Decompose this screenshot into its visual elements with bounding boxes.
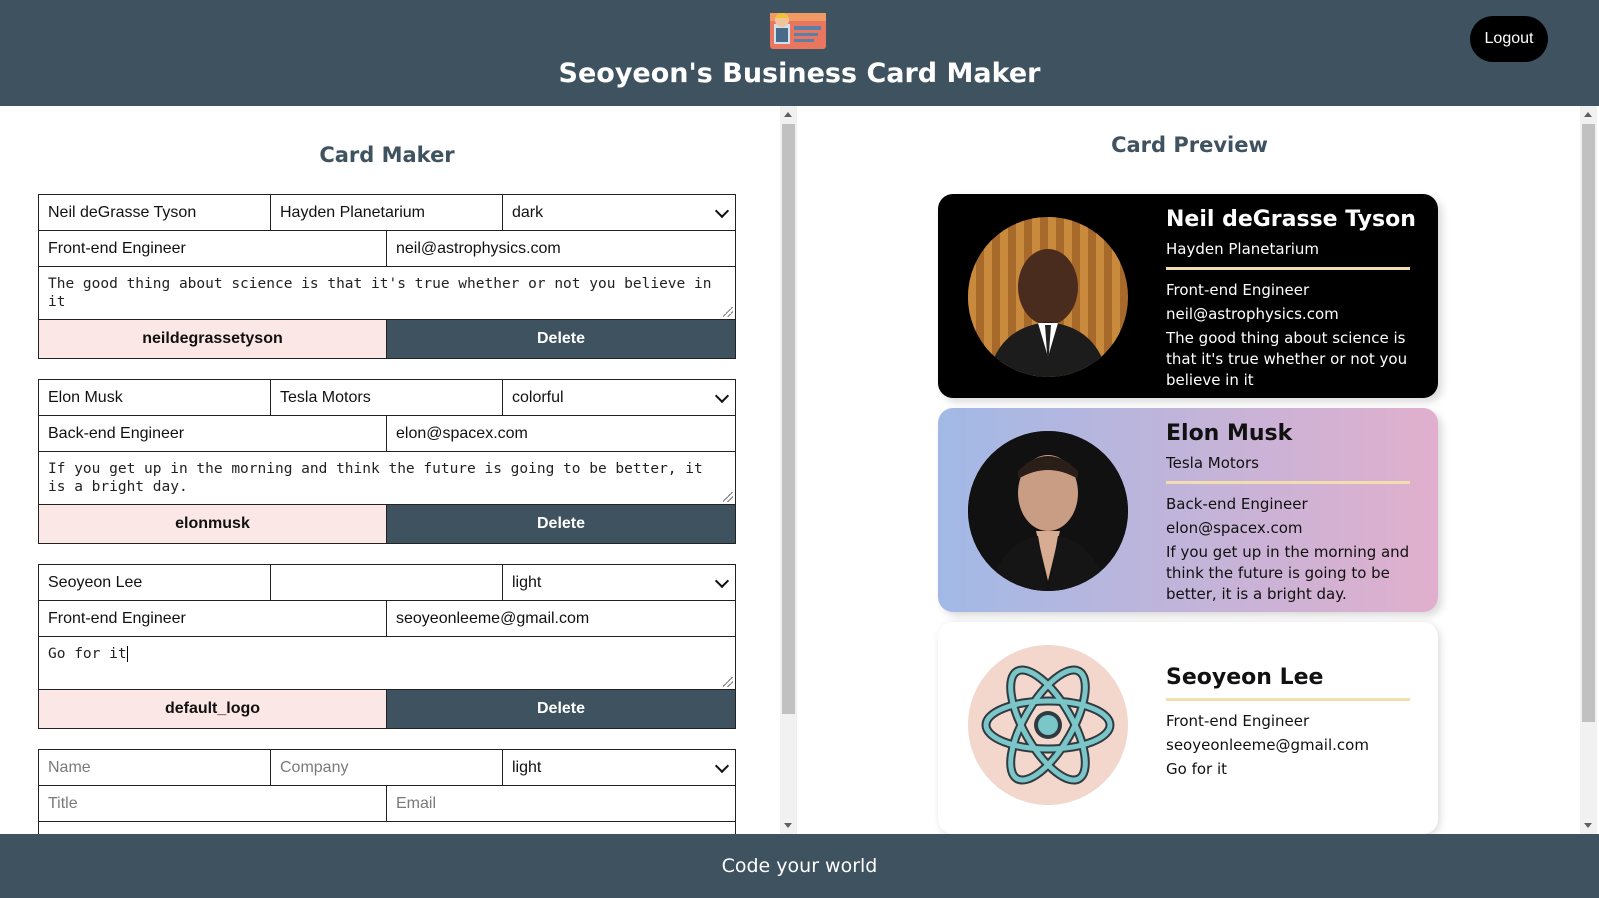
new-title-input[interactable]: Title [39, 786, 387, 821]
theme-select-value: light [512, 758, 542, 776]
image-file-button[interactable]: neildegrassetyson [39, 320, 387, 358]
chevron-down-icon [714, 388, 730, 403]
chevron-down-icon [714, 758, 730, 773]
title-input[interactable]: Front-end Engineer [39, 231, 387, 266]
scrollbar-thumb[interactable] [1582, 124, 1595, 722]
new-theme-select[interactable]: light [503, 750, 735, 785]
scroll-down-arrow-icon[interactable] [784, 823, 792, 828]
new-name-input[interactable]: Name [39, 750, 271, 785]
card-title: Front-end Engineer [1166, 281, 1310, 299]
preview-scrollbar[interactable] [1580, 106, 1597, 834]
card-company: Hayden Planetarium [1166, 240, 1320, 258]
message-textarea[interactable]: The good thing about science is that it'… [39, 267, 735, 319]
card-maker-panel: Card Maker Neil deGrasse Tyson Hayden Pl… [0, 106, 797, 834]
avatar [968, 431, 1128, 591]
company-input[interactable]: Hayden Planetarium [271, 195, 503, 230]
preview-card-light: Seoyeon Lee Front-end Engineer seoyeonle… [938, 622, 1438, 834]
title-input[interactable]: Back-end Engineer [39, 416, 387, 451]
company-input[interactable]: Tesla Motors [271, 380, 503, 415]
theme-select-value: dark [512, 203, 544, 221]
card-email: neil@astrophysics.com [1166, 305, 1339, 323]
email-input[interactable]: seoyeonleeme@gmail.com [387, 601, 735, 636]
card-info: Elon Musk Tesla Motors Back-end Engineer… [1166, 420, 1432, 605]
card-title: Back-end Engineer [1166, 495, 1308, 513]
card-edit-form: Seoyeon Lee light Front-end Engineer seo… [38, 564, 736, 729]
card-preview-title: Card Preview [1111, 133, 1268, 157]
message-text: Go for it [48, 646, 127, 662]
message-textarea[interactable]: Go for it [39, 637, 735, 689]
business-card-logo-icon [770, 13, 826, 49]
theme-select[interactable]: light [503, 565, 735, 600]
card-preview-panel: Card Preview Neil deGrasse Tyson Hayden … [798, 106, 1581, 834]
text-cursor [126, 646, 128, 662]
card-email: elon@spacex.com [1166, 519, 1303, 537]
title-input[interactable]: Front-end Engineer [39, 601, 387, 636]
delete-button[interactable]: Delete [387, 505, 735, 543]
company-input[interactable] [271, 565, 503, 600]
avatar [968, 645, 1128, 805]
atom-logo-icon [968, 645, 1128, 805]
message-text: If you get up in the morning and think t… [48, 461, 703, 495]
preview-card-dark: Neil deGrasse Tyson Hayden Planetarium F… [938, 194, 1438, 398]
card-email: seoyeonleeme@gmail.com [1166, 736, 1369, 754]
card-message: The good thing about science is that it'… [1166, 329, 1408, 389]
card-name: Seoyeon Lee [1166, 665, 1324, 690]
card-title: Front-end Engineer [1166, 712, 1310, 730]
name-input[interactable]: Neil deGrasse Tyson [39, 195, 271, 230]
scroll-up-arrow-icon[interactable] [784, 112, 792, 117]
preview-card-colorful: Elon Musk Tesla Motors Back-end Engineer… [938, 408, 1438, 612]
logout-button[interactable]: Logout [1470, 16, 1548, 62]
card-info: Seoyeon Lee Front-end Engineer seoyeonle… [1166, 664, 1432, 780]
card-name: Elon Musk [1166, 421, 1293, 446]
message-textarea[interactable]: If you get up in the morning and think t… [39, 452, 735, 504]
card-message: Go for it [1166, 760, 1228, 778]
card-edit-form: Neil deGrasse Tyson Hayden Planetarium d… [38, 194, 736, 359]
message-text: The good thing about science is that it'… [48, 276, 712, 310]
card-info: Neil deGrasse Tyson Hayden Planetarium F… [1166, 206, 1432, 391]
card-divider [1166, 481, 1410, 484]
new-email-input[interactable]: Email [387, 786, 735, 821]
app-title: Seoyeon's Business Card Maker [558, 58, 1041, 89]
chevron-down-icon [714, 203, 730, 218]
card-maker-title: Card Maker [319, 143, 455, 167]
theme-select-value: colorful [512, 388, 564, 406]
scrollbar-thumb[interactable] [782, 124, 795, 714]
name-input[interactable]: Seoyeon Lee [39, 565, 271, 600]
delete-button[interactable]: Delete [387, 320, 735, 358]
card-message: If you get up in the morning and think t… [1166, 543, 1410, 603]
person-photo-icon [968, 217, 1128, 377]
card-divider [1166, 267, 1410, 270]
maker-scrollbar[interactable] [780, 106, 796, 834]
new-company-input[interactable]: Company [271, 750, 503, 785]
resize-handle-icon[interactable] [723, 677, 733, 687]
theme-select[interactable]: colorful [503, 380, 735, 415]
card-divider [1166, 698, 1410, 701]
resize-handle-icon[interactable] [723, 307, 733, 317]
name-input[interactable]: Elon Musk [39, 380, 271, 415]
card-name: Neil deGrasse Tyson [1166, 207, 1416, 232]
card-company: Tesla Motors [1166, 454, 1259, 472]
email-input[interactable]: elon@spacex.com [387, 416, 735, 451]
card-edit-form: Elon Musk Tesla Motors colorful Back-end… [38, 379, 736, 544]
avatar [968, 217, 1128, 377]
chevron-down-icon [714, 573, 730, 588]
card-add-form: Name Company light Title Email [38, 749, 736, 834]
image-file-button[interactable]: default_logo [39, 690, 387, 728]
theme-select-value: light [512, 573, 542, 591]
email-input[interactable]: neil@astrophysics.com [387, 231, 735, 266]
app-header: Seoyeon's Business Card Maker Logout [0, 0, 1599, 106]
scroll-up-arrow-icon[interactable] [1584, 112, 1592, 117]
theme-select[interactable]: dark [503, 195, 735, 230]
footer-text: Code your world [721, 855, 878, 877]
new-message-textarea[interactable] [39, 822, 735, 834]
scroll-down-arrow-icon[interactable] [1584, 823, 1592, 828]
person-photo-icon [968, 431, 1128, 591]
resize-handle-icon[interactable] [723, 492, 733, 502]
app-footer: Code your world [0, 834, 1599, 898]
delete-button[interactable]: Delete [387, 690, 735, 728]
image-file-button[interactable]: elonmusk [39, 505, 387, 543]
